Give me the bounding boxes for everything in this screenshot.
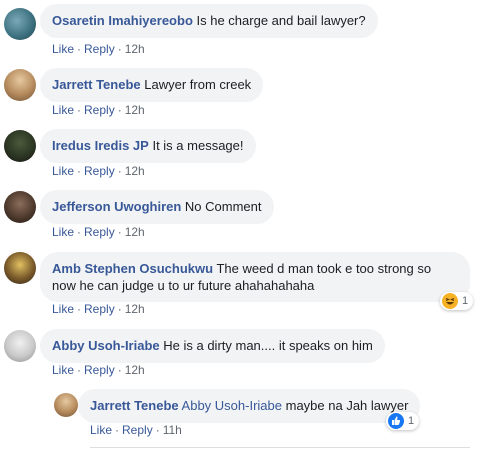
like-link[interactable]: Like bbox=[52, 363, 74, 377]
like-link[interactable]: Like bbox=[52, 42, 74, 56]
comment-text: Lawyer from creek bbox=[144, 77, 252, 92]
comment-author-link[interactable]: Osaretin Imahiyereobo bbox=[52, 13, 193, 28]
timestamp[interactable]: 12h bbox=[125, 164, 145, 178]
comment-author-link[interactable]: Iredus Iredis JP bbox=[52, 138, 149, 153]
avatar[interactable] bbox=[4, 8, 36, 40]
timestamp[interactable]: 12h bbox=[125, 42, 145, 56]
comment-actions: Like · Reply · 12h bbox=[52, 103, 145, 117]
like-thumb-icon bbox=[388, 413, 404, 429]
reply-link[interactable]: Reply bbox=[84, 42, 115, 56]
comment-actions: Like · Reply · 12h bbox=[52, 164, 145, 178]
comment-author-link[interactable]: Jefferson Uwoghiren bbox=[52, 199, 181, 214]
comment-actions: Like · Reply · 11h bbox=[90, 423, 182, 437]
comment-bubble: Osaretin Imahiyereobo Is he charge and b… bbox=[40, 4, 378, 38]
comment-actions: Like · Reply · 12h bbox=[52, 363, 145, 377]
comment-text: It is a message! bbox=[152, 138, 244, 153]
comment-actions: Like · Reply · 12h bbox=[52, 42, 145, 56]
comment-author-link[interactable]: Abby Usoh-Iriabe bbox=[52, 338, 160, 353]
divider bbox=[90, 447, 470, 448]
reply-link[interactable]: Reply bbox=[84, 363, 115, 377]
comment-text: Is he charge and bail lawyer? bbox=[196, 13, 366, 28]
timestamp[interactable]: 12h bbox=[125, 225, 145, 239]
reaction-count-badge[interactable]: 1 bbox=[386, 412, 420, 430]
timestamp[interactable]: 12h bbox=[125, 302, 145, 316]
comment-bubble: Jarrett Tenebe Abby Usoh-Iriabe maybe na… bbox=[78, 389, 421, 423]
like-link[interactable]: Like bbox=[52, 164, 74, 178]
comment-author-link[interactable]: Amb Stephen Osuchukwu bbox=[52, 261, 213, 276]
avatar[interactable] bbox=[4, 191, 36, 223]
avatar[interactable] bbox=[4, 130, 36, 162]
like-link[interactable]: Like bbox=[52, 225, 74, 239]
comment-bubble: Jefferson Uwoghiren No Comment bbox=[40, 190, 274, 224]
comment-bubble: Amb Stephen Osuchukwu The weed d man too… bbox=[40, 252, 470, 302]
comment-bubble: Jarrett Tenebe Lawyer from creek bbox=[40, 68, 264, 102]
reply-link[interactable]: Reply bbox=[122, 423, 153, 437]
reaction-count: 1 bbox=[408, 415, 415, 427]
like-link[interactable]: Like bbox=[52, 302, 74, 316]
comment-text: maybe na Jah lawyer bbox=[285, 398, 409, 413]
comment-actions: Like · Reply · 12h bbox=[52, 302, 145, 316]
mention-link[interactable]: Abby Usoh-Iriabe bbox=[182, 398, 282, 413]
avatar[interactable] bbox=[4, 252, 36, 284]
like-link[interactable]: Like bbox=[52, 103, 74, 117]
reaction-count: 1 bbox=[462, 295, 469, 307]
comment-text: He is a dirty man.... it speaks on him bbox=[163, 338, 373, 353]
haha-emoji-icon bbox=[442, 293, 458, 309]
comment-actions: Like · Reply · 12h bbox=[52, 225, 145, 239]
avatar[interactable] bbox=[4, 330, 36, 362]
reply-link[interactable]: Reply bbox=[84, 302, 115, 316]
timestamp[interactable]: 11h bbox=[163, 423, 182, 437]
avatar[interactable] bbox=[4, 69, 36, 101]
timestamp[interactable]: 12h bbox=[125, 103, 145, 117]
comment-text: No Comment bbox=[184, 199, 262, 214]
like-link[interactable]: Like bbox=[90, 423, 112, 437]
reply-link[interactable]: Reply bbox=[84, 103, 115, 117]
reaction-count-badge[interactable]: 1 bbox=[440, 292, 474, 310]
comment-bubble: Iredus Iredis JP It is a message! bbox=[40, 129, 256, 163]
reply-link[interactable]: Reply bbox=[84, 225, 115, 239]
comment-author-link[interactable]: Jarrett Tenebe bbox=[90, 398, 179, 413]
timestamp[interactable]: 12h bbox=[125, 363, 145, 377]
reply-link[interactable]: Reply bbox=[84, 164, 115, 178]
avatar[interactable] bbox=[54, 393, 78, 417]
comment-author-link[interactable]: Jarrett Tenebe bbox=[52, 77, 141, 92]
comment-bubble: Abby Usoh-Iriabe He is a dirty man.... i… bbox=[40, 329, 385, 363]
